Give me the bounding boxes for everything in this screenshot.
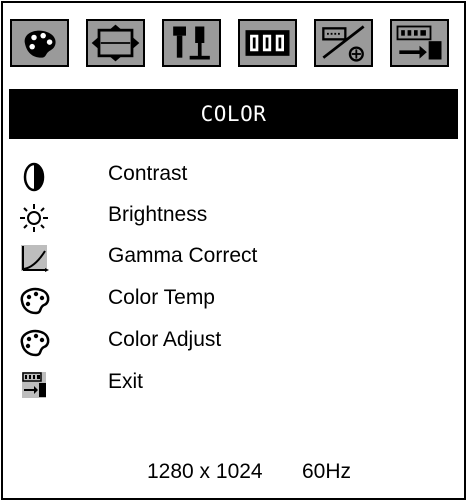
osd-toolbar bbox=[3, 11, 464, 73]
palette-icon bbox=[17, 285, 51, 317]
palette-icon bbox=[17, 327, 51, 359]
menu-item-contrast[interactable]: Contrast bbox=[3, 157, 464, 197]
menu-item-brightness[interactable]: Brightness bbox=[3, 198, 464, 238]
menu-item-exit[interactable]: Exit bbox=[3, 365, 464, 405]
size-position-tab-icon[interactable] bbox=[86, 19, 145, 67]
menu-item-label: Color Temp bbox=[108, 286, 215, 309]
menu-item-gamma-correct[interactable]: Gamma Correct bbox=[3, 239, 464, 279]
menu-title: COLOR bbox=[200, 102, 267, 126]
menu-item-label: Color Adjust bbox=[108, 328, 222, 351]
menu-item-color-adjust[interactable]: Color Adjust bbox=[3, 323, 464, 363]
osd-tab-icon[interactable] bbox=[238, 19, 297, 67]
menu-item-label: Gamma Correct bbox=[108, 244, 258, 267]
input-settings-tab-icon[interactable] bbox=[314, 19, 373, 67]
menu-item-label: Contrast bbox=[108, 162, 188, 185]
contrast-icon bbox=[17, 161, 51, 193]
menu-title-bar: COLOR bbox=[9, 89, 458, 139]
gamma-curve-icon bbox=[17, 243, 51, 275]
menu-item-label: Exit bbox=[108, 370, 144, 393]
menu-item-label: Brightness bbox=[108, 203, 208, 226]
brightness-icon bbox=[17, 202, 51, 234]
exit-tab-icon[interactable] bbox=[390, 19, 449, 67]
color-tab-icon[interactable] bbox=[10, 19, 69, 67]
refresh-rate-readout: 60Hz bbox=[302, 460, 352, 483]
resolution-readout: 1280 x 1024 bbox=[147, 460, 263, 483]
menu-item-color-temp[interactable]: Color Temp bbox=[3, 281, 464, 321]
osd-menu-window: COLOR Contrast Brightness Gamma Correct … bbox=[1, 1, 466, 500]
setup-tools-tab-icon[interactable] bbox=[162, 19, 221, 67]
exit-icon bbox=[17, 369, 51, 401]
